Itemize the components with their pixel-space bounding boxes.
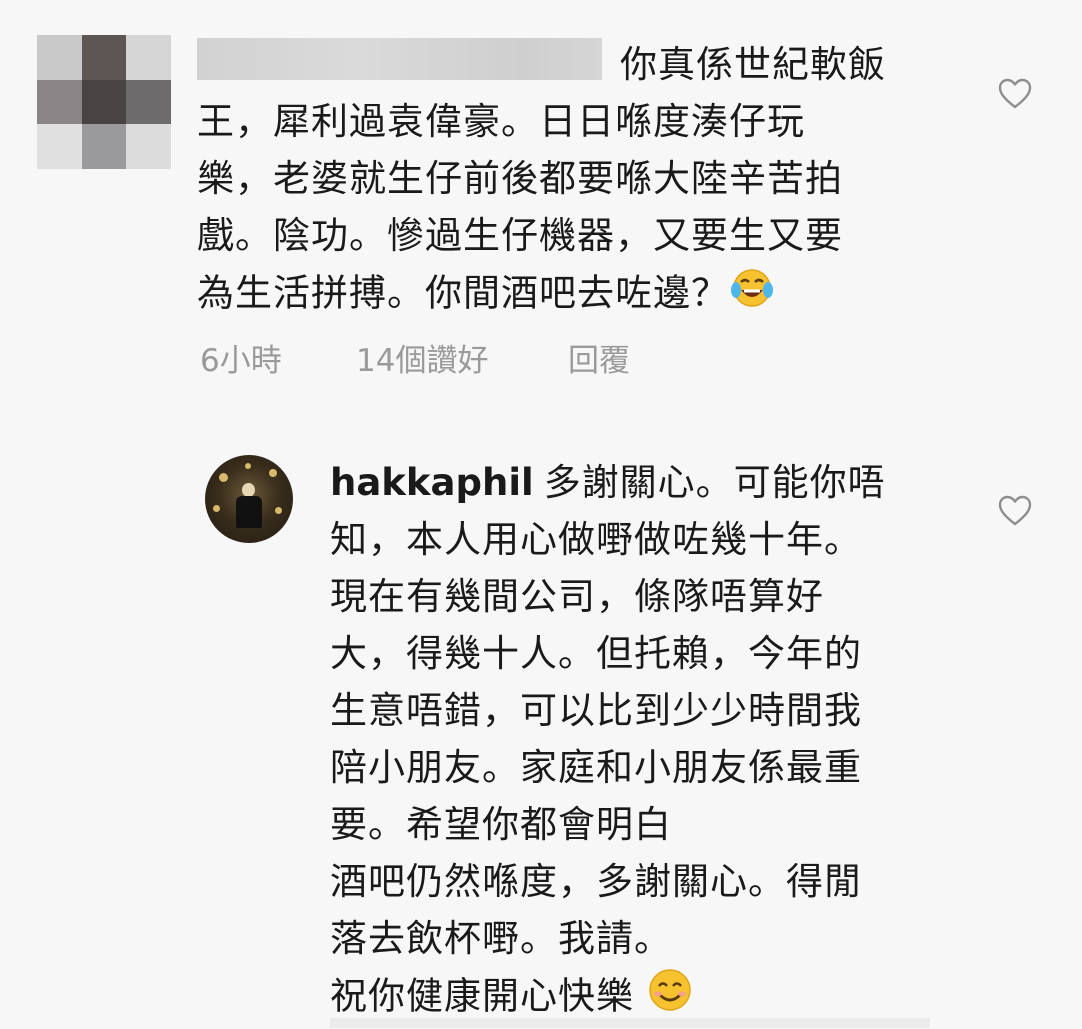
comment-1-text-first: 你真係世紀軟飯 xyxy=(620,43,886,86)
comment-1-line: 樂，老婆就生仔前後都要喺大陸辛苦拍 xyxy=(197,157,843,200)
avatar-blurred[interactable] xyxy=(37,35,171,169)
username-blurred[interactable] xyxy=(197,38,602,80)
comment-1-time: 6小時 xyxy=(200,343,282,379)
tears-of-joy-icon xyxy=(729,264,775,326)
comment-2-line: 要。希望你都會明白 xyxy=(330,803,672,846)
comment-1-line: 王，犀利過袁偉豪。日日喺度湊仔玩 xyxy=(197,100,805,143)
avatar-hakkaphil[interactable] xyxy=(205,455,293,543)
comment-2-line: 祝你健康開心快樂 xyxy=(330,967,886,1024)
comment-2-line: 落去飲杯嘢。我請。 xyxy=(330,917,672,960)
heart-icon[interactable] xyxy=(998,78,1032,110)
username-hakkaphil[interactable]: hakkaphil xyxy=(330,461,534,504)
reply-button[interactable]: 回覆 xyxy=(568,335,630,380)
comment-1-text: 王，犀利過袁偉豪。日日喺度湊仔玩 樂，老婆就生仔前後都要喺大陸辛苦拍 戲。陰功。… xyxy=(197,93,843,321)
comment-2-line: 酒吧仍然喺度，多謝關心。得閒 xyxy=(330,860,862,903)
comment-2-line: 陪小朋友。家庭和小朋友係最重 xyxy=(330,746,862,789)
comment-2-line: 大，得幾十人。但托賴，今年的 xyxy=(330,632,862,675)
comment-2-line: 生意唔錯，可以比到少少時間我 xyxy=(330,689,862,732)
cut-off-content xyxy=(330,1018,930,1028)
comment-2-line: 現在有幾間公司，條隊唔算好 xyxy=(330,575,824,618)
heart-icon[interactable] xyxy=(998,495,1032,527)
comment-2-line: 知，本人用心做嘢做咗幾十年。 xyxy=(330,518,862,561)
comment-1-likes[interactable]: 14個讚好 xyxy=(356,335,488,380)
comment-1-line: 戲。陰功。慘過生仔機器，又要生又要 xyxy=(197,214,843,257)
comment-2-text: hakkaphil 多謝關心。可能你唔 知，本人用心做嘢做咗幾十年。 現在有幾間公… xyxy=(330,454,886,1024)
comment-1-line: 為生活拼搏。你間酒吧去咗邊？ xyxy=(197,264,843,321)
